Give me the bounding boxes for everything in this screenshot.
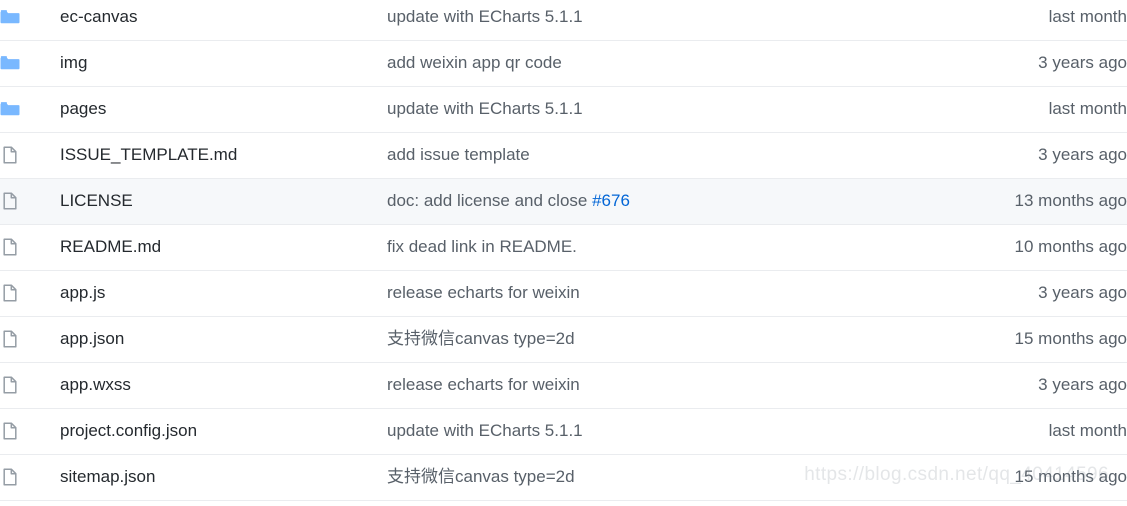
commit-time-cell: 15 months ago <box>947 454 1127 501</box>
commit-message-text: update with ECharts 5.1.1 <box>387 6 583 26</box>
commit-message-cell[interactable]: doc: add license and close #676 <box>387 178 947 225</box>
file-name-link[interactable]: README.md <box>60 224 387 271</box>
file-icon-cell <box>0 316 60 363</box>
file-icon-cell <box>0 408 60 455</box>
commit-time-cell: 3 years ago <box>947 362 1127 409</box>
file-icon-cell <box>0 224 60 271</box>
file-icon <box>0 237 20 257</box>
file-name-link[interactable]: app.js <box>60 270 387 317</box>
file-name-link[interactable]: app.wxss <box>60 362 387 409</box>
issue-reference-link[interactable]: #676 <box>592 191 630 210</box>
file-icon <box>0 375 20 395</box>
commit-message-text: add weixin app qr code <box>387 52 562 72</box>
folder-name-link[interactable]: pages <box>60 86 387 133</box>
commit-message-cell[interactable]: release echarts for weixin <box>387 362 947 409</box>
file-icon-cell <box>0 40 60 87</box>
commit-message-text: 支持微信canvas type=2d <box>387 328 575 348</box>
commit-message-text: release echarts for weixin <box>387 374 580 394</box>
commit-message-cell[interactable]: 支持微信canvas type=2d <box>387 454 947 501</box>
file-icon-cell <box>0 362 60 409</box>
folder-name-link[interactable]: ec-canvas <box>60 0 387 41</box>
folder-icon <box>0 99 20 119</box>
file-list-row[interactable]: LICENSE doc: add license and close #676 13… <box>0 178 1127 225</box>
file-name-link[interactable]: app.json <box>60 316 387 363</box>
file-list-row[interactable]: sitemap.json 支持微信canvas type=2d 15 months … <box>0 454 1127 501</box>
repository-file-list: ec-canvas update with ECharts 5.1.1 last m… <box>0 0 1127 501</box>
file-icon <box>0 467 20 487</box>
commit-message-cell[interactable]: update with ECharts 5.1.1 <box>387 408 947 455</box>
file-name-link[interactable]: LICENSE <box>60 178 387 225</box>
file-list-row[interactable]: project.config.json update with ECharts 5… <box>0 408 1127 455</box>
file-icon-cell <box>0 132 60 179</box>
commit-time-cell: 3 years ago <box>947 270 1127 317</box>
file-icon-cell <box>0 86 60 133</box>
file-icon <box>0 329 20 349</box>
commit-time-cell: 13 months ago <box>947 178 1127 225</box>
file-icon-cell <box>0 178 60 225</box>
commit-time-cell: last month <box>947 0 1127 41</box>
file-list-row[interactable]: app.wxss release echarts for weixin 3 year… <box>0 362 1127 409</box>
commit-message-text: release echarts for weixin <box>387 282 580 302</box>
file-list-row[interactable]: img add weixin app qr code 3 years ago <box>0 40 1127 87</box>
file-list-row[interactable]: app.json 支持微信canvas type=2d 15 months ago <box>0 316 1127 363</box>
file-list-body: ec-canvas update with ECharts 5.1.1 last m… <box>0 0 1127 501</box>
file-icon <box>0 145 20 165</box>
file-list-row[interactable]: pages update with ECharts 5.1.1 last month <box>0 86 1127 133</box>
commit-time-cell: 3 years ago <box>947 40 1127 87</box>
file-list-row[interactable]: ISSUE_TEMPLATE.md add issue template 3 yea… <box>0 132 1127 179</box>
commit-message-cell[interactable]: fix dead link in README. <box>387 224 947 271</box>
file-icon <box>0 421 20 441</box>
file-icon <box>0 191 20 211</box>
commit-message-cell[interactable]: 支持微信canvas type=2d <box>387 316 947 363</box>
commit-time-cell: 15 months ago <box>947 316 1127 363</box>
commit-message-text: 支持微信canvas type=2d <box>387 466 575 486</box>
folder-name-link[interactable]: img <box>60 40 387 87</box>
commit-time-cell: 10 months ago <box>947 224 1127 271</box>
commit-message-text: update with ECharts 5.1.1 <box>387 420 583 440</box>
commit-message-text: doc: add license and close <box>387 190 593 210</box>
commit-time-cell: last month <box>947 86 1127 133</box>
file-icon <box>0 283 20 303</box>
file-name-link[interactable]: ISSUE_TEMPLATE.md <box>60 132 387 179</box>
file-icon-cell <box>0 454 60 501</box>
commit-message-cell[interactable]: add weixin app qr code <box>387 40 947 87</box>
commit-time-cell: last month <box>947 408 1127 455</box>
commit-message-text: update with ECharts 5.1.1 <box>387 98 583 118</box>
file-icon-cell <box>0 0 60 41</box>
commit-message-cell[interactable]: release echarts for weixin <box>387 270 947 317</box>
commit-message-text: add issue template <box>387 144 530 164</box>
commit-message-text: fix dead link in README. <box>387 236 577 256</box>
file-list-row[interactable]: ec-canvas update with ECharts 5.1.1 last m… <box>0 0 1127 41</box>
file-icon-cell <box>0 270 60 317</box>
folder-icon <box>0 7 20 27</box>
commit-time-cell: 3 years ago <box>947 132 1127 179</box>
commit-message-cell[interactable]: update with ECharts 5.1.1 <box>387 86 947 133</box>
file-name-link[interactable]: project.config.json <box>60 408 387 455</box>
file-list-row[interactable]: app.js release echarts for weixin 3 years … <box>0 270 1127 317</box>
folder-icon <box>0 53 20 73</box>
commit-message-cell[interactable]: update with ECharts 5.1.1 <box>387 0 947 41</box>
commit-message-cell[interactable]: add issue template <box>387 132 947 179</box>
file-name-link[interactable]: sitemap.json <box>60 454 387 501</box>
file-list-row[interactable]: README.md fix dead link in README. 10 mont… <box>0 224 1127 271</box>
